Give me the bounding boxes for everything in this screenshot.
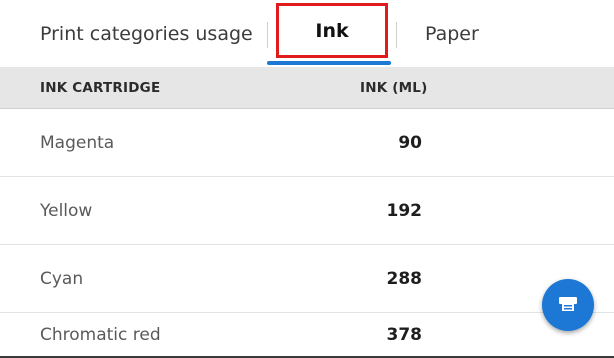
table-row: Yellow 192	[0, 177, 614, 245]
ink-cartridge-name: Chromatic red	[40, 324, 161, 345]
column-header-ink-cartridge: INK CARTRIDGE	[40, 80, 161, 96]
tab-separator	[267, 22, 268, 48]
ink-amount: 288	[386, 268, 423, 289]
table-row: Chromatic red 378	[0, 313, 614, 356]
table-row: Cyan 288	[0, 245, 614, 313]
ink-amount: 90	[398, 132, 422, 153]
ink-cartridge-name: Cyan	[40, 268, 84, 289]
ink-amount: 378	[386, 324, 423, 345]
tab-ink[interactable]: Ink	[276, 3, 388, 58]
table-header: INK CARTRIDGE INK (ML)	[0, 67, 614, 109]
tab-print-categories-usage[interactable]: Print categories usage	[40, 0, 253, 67]
tab-separator	[396, 22, 397, 48]
tab-active-indicator	[267, 61, 391, 65]
column-header-ink-ml: INK (ML)	[360, 80, 428, 96]
printer-icon	[556, 291, 580, 319]
ink-cartridge-name: Magenta	[40, 132, 115, 153]
ink-amount: 192	[386, 200, 423, 221]
table-row: Magenta 90	[0, 109, 614, 177]
print-fab-button[interactable]	[542, 279, 594, 331]
ink-cartridge-name: Yellow	[40, 200, 93, 221]
tab-bar: Print categories usage Ink Paper	[0, 0, 614, 67]
tab-paper[interactable]: Paper	[425, 0, 479, 67]
